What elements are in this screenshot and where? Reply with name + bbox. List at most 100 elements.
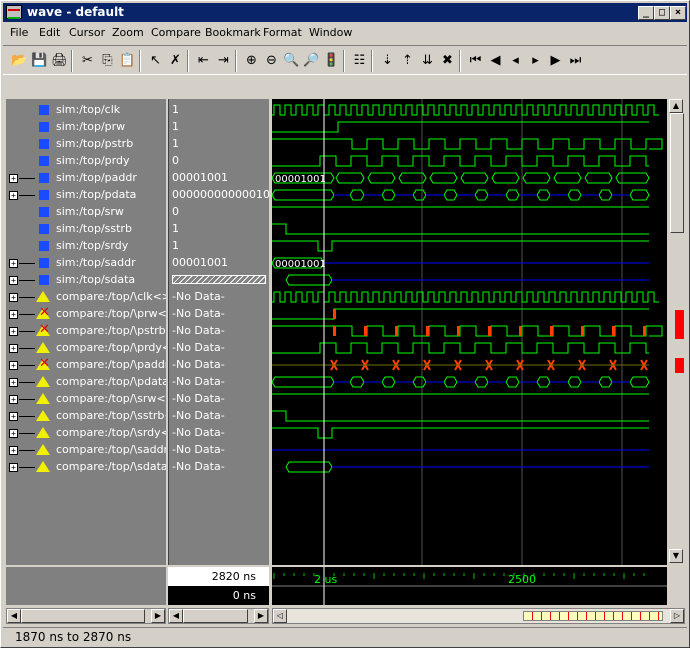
compare-prev-icon[interactable]: ⇡ bbox=[399, 52, 416, 69]
scroll-left-icon[interactable]: ◀ bbox=[7, 609, 21, 623]
find-first-edge-icon[interactable]: ⏮ bbox=[467, 52, 484, 69]
expand-icon[interactable]: + bbox=[9, 191, 18, 200]
signal-row[interactable]: + sim:/top/pdata bbox=[6, 186, 166, 203]
value-row[interactable]: -No Data- bbox=[169, 441, 269, 458]
zoom-in-icon[interactable]: ⊕ bbox=[243, 52, 260, 69]
zoom-full-icon[interactable]: 🔍 bbox=[283, 52, 300, 69]
expand-icon[interactable]: + bbox=[9, 395, 18, 404]
menu-cursor[interactable]: Cursor bbox=[69, 26, 105, 39]
value-row[interactable]: -No Data- bbox=[169, 458, 269, 475]
value-row[interactable]: 00001001 bbox=[169, 254, 269, 271]
signal-row[interactable]: + sim:/top/paddr bbox=[6, 169, 166, 186]
value-row[interactable]: 1 bbox=[169, 135, 269, 152]
names-hscrollbar[interactable]: ◀ ▶ bbox=[6, 608, 166, 624]
expand-icon[interactable]: + bbox=[9, 429, 18, 438]
value-row[interactable] bbox=[169, 271, 269, 288]
value-row[interactable]: -No Data- bbox=[169, 322, 269, 339]
signal-value-pane[interactable]: 1 1 1 0 00001001 0000000000001001 0 1 1 00001001 -… bbox=[168, 99, 269, 565]
expand-icon[interactable]: + bbox=[9, 344, 18, 353]
signal-row[interactable]: + ✕ compare:/top/\prw<>prw bbox=[6, 305, 166, 322]
signal-row[interactable]: sim:/top/srdy bbox=[6, 237, 166, 254]
names-scroll-thumb[interactable] bbox=[21, 609, 145, 623]
find-next-edge-icon[interactable]: ▶ bbox=[547, 52, 564, 69]
cut-icon[interactable]: ✂ bbox=[79, 52, 96, 69]
expand-icon[interactable]: + bbox=[9, 174, 18, 183]
expand-icon[interactable]: + bbox=[9, 327, 18, 336]
vertical-scroll-thumb[interactable] bbox=[670, 113, 684, 233]
menu-edit[interactable]: Edit bbox=[39, 26, 60, 39]
title-bar[interactable]: wave - default _ □ × bbox=[3, 3, 687, 22]
signal-row[interactable]: + sim:/top/saddr bbox=[6, 254, 166, 271]
compare-next-icon[interactable]: ⇣ bbox=[379, 52, 396, 69]
value-row[interactable]: 0 bbox=[169, 203, 269, 220]
expand-icon[interactable]: + bbox=[9, 293, 18, 302]
signal-row[interactable]: + sim:/top/sdata bbox=[6, 271, 166, 288]
signal-row[interactable]: sim:/top/srw bbox=[6, 203, 166, 220]
waveform-canvas[interactable]: 00001001 00001001 bbox=[272, 99, 667, 565]
scroll-right-icon[interactable]: ▶ bbox=[151, 609, 165, 623]
close-button[interactable]: × bbox=[670, 6, 686, 20]
value-row[interactable]: -No Data- bbox=[169, 339, 269, 356]
values-scroll-thumb[interactable] bbox=[183, 609, 248, 623]
signal-row[interactable]: sim:/top/prw bbox=[6, 118, 166, 135]
value-row[interactable]: 1 bbox=[169, 118, 269, 135]
value-row[interactable]: 0 bbox=[169, 152, 269, 169]
save-icon[interactable]: 💾 bbox=[31, 52, 48, 69]
signal-row[interactable]: + compare:/top/\prdy<>prdy bbox=[6, 339, 166, 356]
compare-options-icon[interactable]: ☷ bbox=[351, 52, 368, 69]
value-row[interactable]: 1 bbox=[169, 237, 269, 254]
scroll-down-icon[interactable]: ▼ bbox=[669, 549, 683, 563]
signal-row[interactable]: + ✕ compare:/top/\paddr<>paddr bbox=[6, 356, 166, 373]
value-row[interactable]: 00001001 bbox=[169, 169, 269, 186]
vertical-scrollbar[interactable]: ▲ ▼ bbox=[669, 99, 685, 565]
expand-icon[interactable]: + bbox=[9, 446, 18, 455]
expand-icon[interactable]: + bbox=[9, 276, 18, 285]
signal-light-icon[interactable]: 🚦 bbox=[323, 52, 340, 69]
value-row[interactable]: -No Data- bbox=[169, 305, 269, 322]
scroll-right-icon[interactable]: ▶ bbox=[254, 609, 268, 623]
value-row[interactable]: -No Data- bbox=[169, 424, 269, 441]
signal-row[interactable]: + compare:/top/\saddr<>saddr bbox=[6, 441, 166, 458]
find-last-edge-icon[interactable]: ⏭ bbox=[567, 52, 584, 69]
minimize-button[interactable]: _ bbox=[638, 6, 654, 20]
select-pointer-icon[interactable]: ↖ bbox=[147, 52, 164, 69]
menu-compare[interactable]: Compare bbox=[151, 26, 201, 39]
expand-icon[interactable]: + bbox=[9, 412, 18, 421]
signal-name-pane[interactable]: sim:/top/clk sim:/top/prw sim:/top/pstrb si… bbox=[6, 99, 166, 565]
zoom-cursor-icon[interactable]: 🔎 bbox=[303, 52, 320, 69]
signal-row[interactable]: + ✕ compare:/top/\pstrb<>pstrb bbox=[6, 322, 166, 339]
value-row[interactable]: 1 bbox=[169, 101, 269, 118]
value-row[interactable]: -No Data- bbox=[169, 407, 269, 424]
compare-clear-icon[interactable]: ✖ bbox=[439, 52, 456, 69]
menu-format[interactable]: Format bbox=[263, 26, 302, 39]
print-icon[interactable]: 🖨 bbox=[51, 52, 68, 69]
delete-pointer-icon[interactable]: ✗ bbox=[167, 52, 184, 69]
expand-icon[interactable]: + bbox=[9, 259, 18, 268]
scroll-up-icon[interactable]: ▲ bbox=[669, 99, 683, 113]
value-row[interactable]: -No Data- bbox=[169, 373, 269, 390]
waveform-pane[interactable]: 00001001 00001001 bbox=[272, 99, 667, 565]
signal-row[interactable]: + compare:/top/\sdata<>sdata bbox=[6, 458, 166, 475]
expand-icon[interactable]: + bbox=[9, 378, 18, 387]
value-row[interactable]: 1 bbox=[169, 220, 269, 237]
value-row[interactable]: 0000000000001001 bbox=[169, 186, 269, 203]
find-prev-edge-icon[interactable]: ◀ bbox=[487, 52, 504, 69]
value-row[interactable]: -No Data- bbox=[169, 390, 269, 407]
signal-row[interactable]: + compare:/top/\srdy<>srdy bbox=[6, 424, 166, 441]
signal-row[interactable]: sim:/top/sstrb bbox=[6, 220, 166, 237]
compare-list-icon[interactable]: ⇊ bbox=[419, 52, 436, 69]
expand-icon[interactable]: + bbox=[9, 463, 18, 472]
wave-scroll-thumb[interactable] bbox=[523, 611, 663, 621]
menu-zoom[interactable]: Zoom bbox=[112, 26, 144, 39]
cursor-remove-icon[interactable]: ⇥ bbox=[215, 52, 232, 69]
maximize-button[interactable]: □ bbox=[654, 6, 670, 20]
value-row[interactable]: -No Data- bbox=[169, 288, 269, 305]
expand-icon[interactable]: + bbox=[9, 361, 18, 370]
find-prev-falling-icon[interactable]: ◂ bbox=[507, 52, 524, 69]
copy-icon[interactable]: ⎘ bbox=[99, 52, 116, 69]
signal-row[interactable]: + compare:/top/\sstrb<>sstrb bbox=[6, 407, 166, 424]
signal-row[interactable]: + compare:/top/\srw<>srw bbox=[6, 390, 166, 407]
signal-row[interactable]: + compare:/top/\pdata<>pdata bbox=[6, 373, 166, 390]
scroll-left-icon[interactable]: ◀ bbox=[169, 609, 183, 623]
cursor-add-icon[interactable]: ⇤ bbox=[195, 52, 212, 69]
